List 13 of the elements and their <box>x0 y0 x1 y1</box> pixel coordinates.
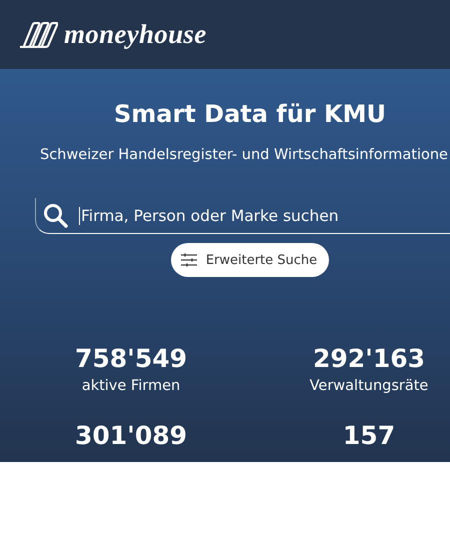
stat-value: 157 <box>342 421 396 451</box>
search-icon <box>43 202 69 228</box>
stat-value: 758'549 <box>74 344 188 374</box>
hero-title: Smart Data für KMU <box>114 100 386 128</box>
advanced-search-button[interactable]: Erweiterte Suche <box>170 243 330 277</box>
stat-value: 292'163 <box>312 344 426 374</box>
search-field[interactable]: Firma, Person oder Marke suchen <box>79 206 450 224</box>
filter-icon <box>180 253 198 267</box>
logo-text[interactable]: moneyhouse <box>64 19 207 50</box>
stat-label: Verwaltungsräte <box>310 378 428 394</box>
stat-value: 301'089 <box>74 421 188 451</box>
stat-label: aktive Firmen <box>82 378 180 394</box>
hero-subtitle: Schweizer Handelsregister- und Wirtschaftsinformatione <box>40 147 448 163</box>
